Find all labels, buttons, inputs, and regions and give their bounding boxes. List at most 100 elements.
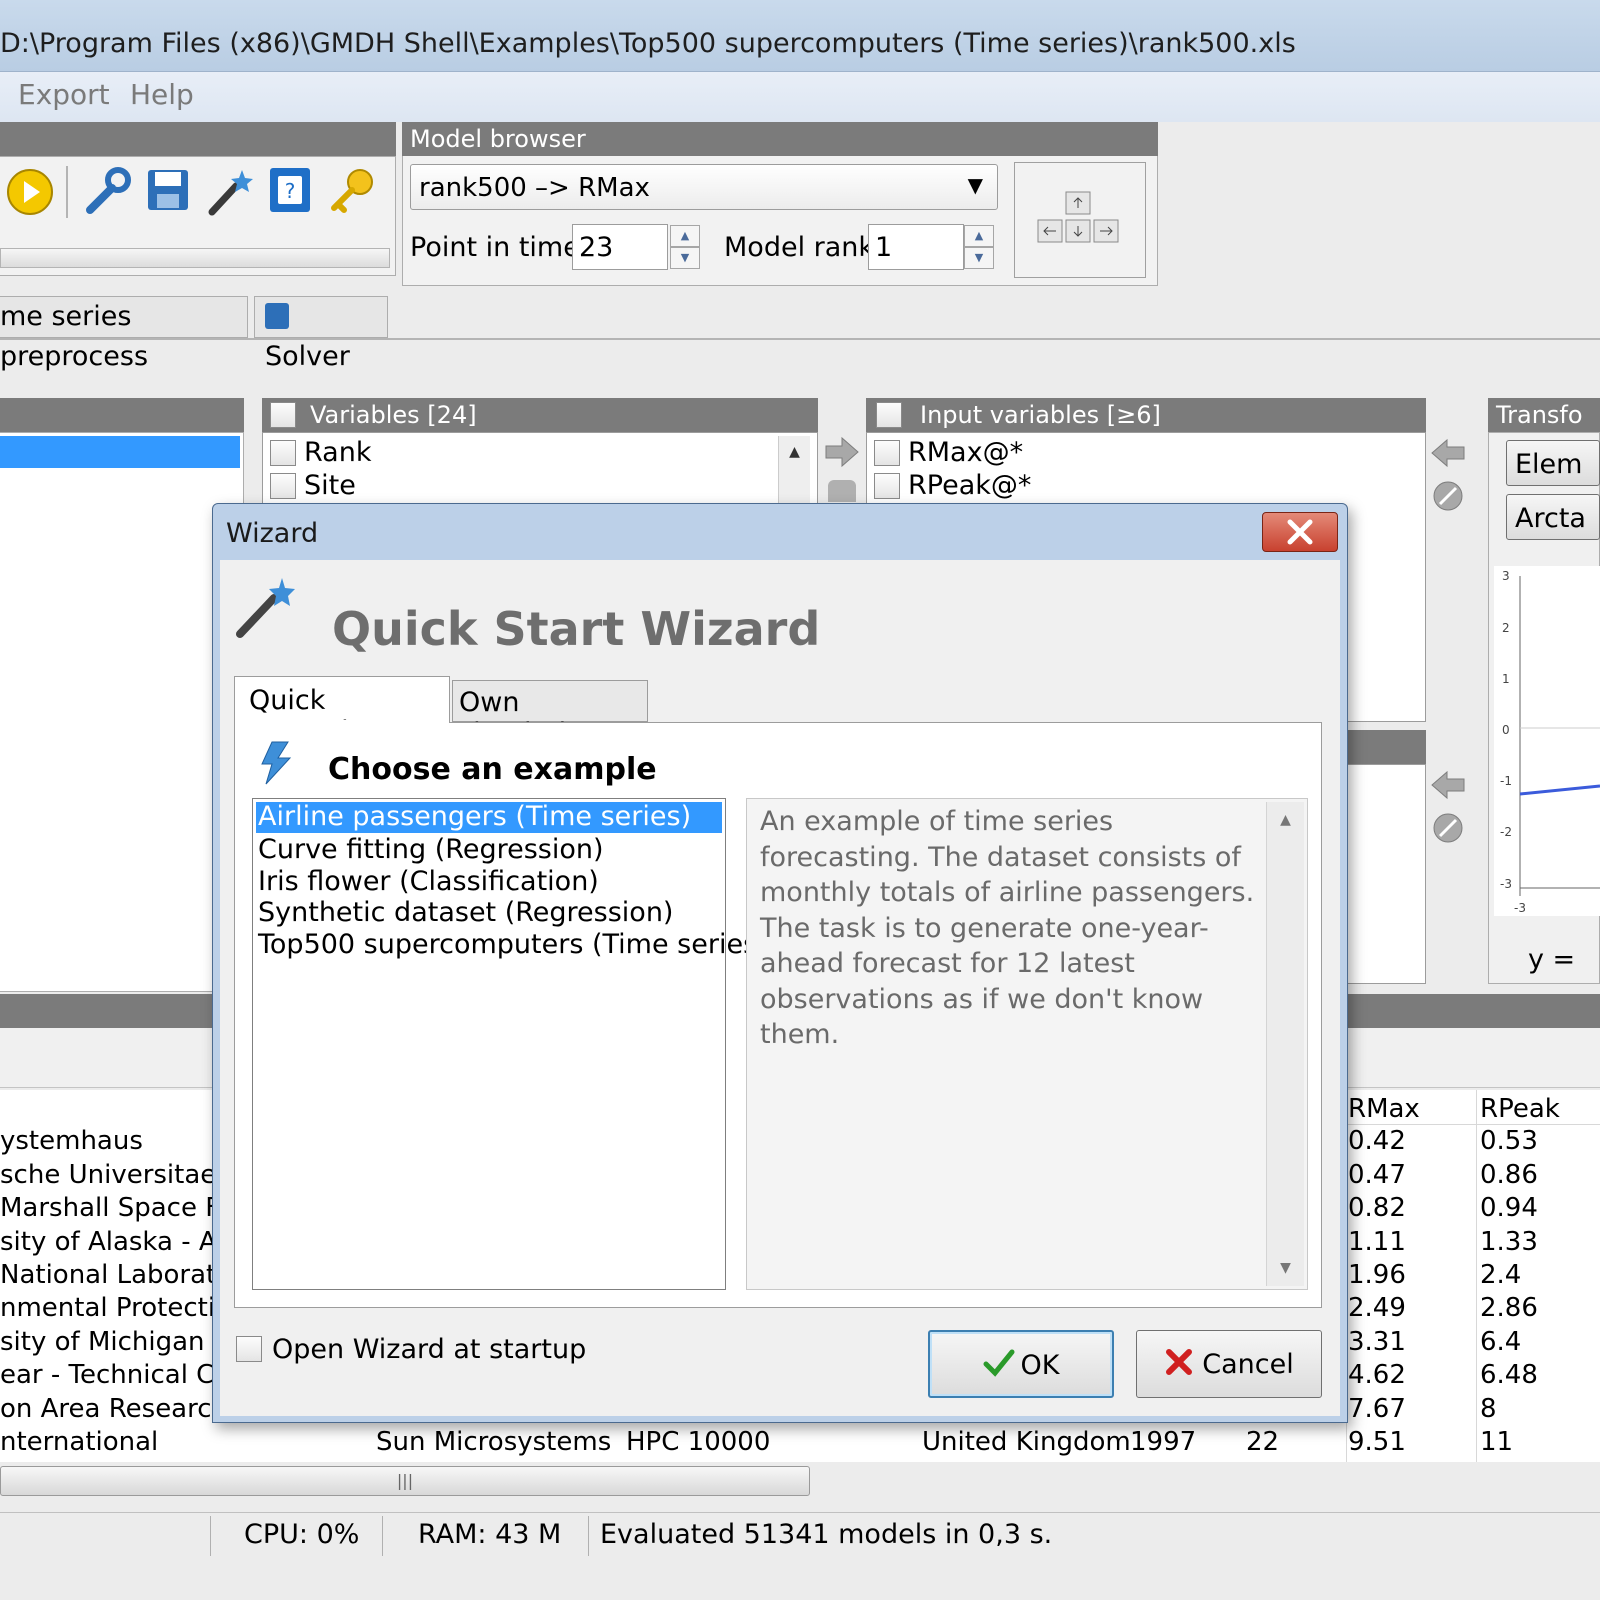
- tab-preprocess[interactable]: me series preprocess: [0, 296, 248, 372]
- transform-header: Transfo: [1488, 398, 1600, 432]
- table-row-site[interactable]: nmental Protection: [0, 1293, 212, 1323]
- status-divider: [588, 1516, 589, 1556]
- transform-elementary-button[interactable]: Elem: [1506, 440, 1600, 486]
- table-row-rpeak[interactable]: 0.53: [1480, 1126, 1538, 1156]
- col-header-rmax[interactable]: RMax: [1348, 1094, 1420, 1124]
- table-row-rpeak[interactable]: 0.94: [1480, 1193, 1538, 1223]
- wizard-close-button[interactable]: [1262, 512, 1338, 552]
- table-row-rmax[interactable]: 9.51: [1348, 1427, 1406, 1457]
- remove-icon[interactable]: [828, 480, 856, 502]
- wrench-icon[interactable]: [82, 166, 132, 216]
- table-row-rmax[interactable]: 0.42: [1348, 1126, 1406, 1156]
- input-checkbox-rmax[interactable]: [874, 440, 900, 466]
- table-row-n[interactable]: 22: [1246, 1427, 1279, 1457]
- input-checkbox-rpeak[interactable]: [874, 473, 900, 499]
- table-row-manufacturer[interactable]: Sun Microsystems: [376, 1427, 611, 1457]
- menu-export[interactable]: Export: [18, 78, 110, 111]
- table-row-rpeak[interactable]: 8: [1480, 1394, 1497, 1424]
- col-header-rpeak[interactable]: RPeak: [1480, 1094, 1560, 1124]
- magic-wand-icon[interactable]: [206, 166, 256, 216]
- svg-text:?: ?: [285, 179, 296, 203]
- variable-site[interactable]: Site: [304, 470, 356, 501]
- table-row-rmax[interactable]: 3.31: [1348, 1327, 1406, 1357]
- table-row-rpeak[interactable]: 2.4: [1480, 1260, 1521, 1290]
- table-row-site[interactable]: sity of Alaska - ARS: [0, 1227, 212, 1257]
- variables-select-all-checkbox[interactable]: [270, 402, 296, 428]
- tab-solver[interactable]: Solver: [254, 296, 388, 372]
- variables-scrollbar[interactable]: ▲: [778, 436, 810, 512]
- table-row-site[interactable]: ear - Technical Ce: [0, 1360, 212, 1390]
- left-panel-selected-row[interactable]: [0, 436, 240, 468]
- table-row-rmax[interactable]: 1.11: [1348, 1227, 1406, 1257]
- table-row-rpeak[interactable]: 0.86: [1480, 1160, 1538, 1190]
- table-row-rpeak[interactable]: 6.48: [1480, 1360, 1538, 1390]
- open-wizard-startup-checkbox[interactable]: [236, 1336, 262, 1362]
- inputs-select-all-checkbox[interactable]: [876, 402, 902, 428]
- transform-arctan-button[interactable]: Arcta: [1506, 494, 1600, 540]
- arrow-left-icon[interactable]: [1430, 770, 1466, 800]
- point-in-time-label: Point in time: [410, 232, 580, 263]
- key-icon[interactable]: [328, 166, 378, 216]
- table-row-site[interactable]: Marshall Space Flig: [0, 1193, 212, 1223]
- model-rank-input[interactable]: 1: [868, 224, 964, 270]
- model-select[interactable]: rank500 –> RMax ▼: [410, 164, 998, 210]
- tab-preprocess-label: me series preprocess: [0, 301, 149, 372]
- help-book-icon[interactable]: ?: [268, 166, 312, 214]
- example-iris-flower[interactable]: Iris flower (Classification): [258, 866, 599, 897]
- table-row-year[interactable]: 1997: [1130, 1427, 1196, 1457]
- table-row-site[interactable]: sche Universitaet D: [0, 1160, 212, 1190]
- table-header-line: [1346, 1124, 1600, 1125]
- table-row-country[interactable]: United Kingdom: [922, 1427, 1131, 1457]
- clear-icon[interactable]: [1432, 480, 1464, 512]
- clear-icon[interactable]: [1432, 812, 1464, 844]
- point-in-time-down[interactable]: ▼: [670, 247, 700, 269]
- tab-quick-examples[interactable]: Quick examples: [234, 676, 450, 747]
- model-rank-down[interactable]: ▼: [964, 247, 994, 269]
- table-row-rmax[interactable]: 1.96: [1348, 1260, 1406, 1290]
- table-row-computer[interactable]: HPC 10000: [626, 1427, 770, 1457]
- save-icon[interactable]: [146, 168, 190, 212]
- table-row-rpeak[interactable]: 6.4: [1480, 1327, 1521, 1357]
- arrow-right-icon[interactable]: [824, 436, 860, 468]
- table-row-rpeak[interactable]: 1.33: [1480, 1227, 1538, 1257]
- description-scrollbar[interactable]: ▲ ▼: [1266, 802, 1304, 1286]
- table-row-rmax[interactable]: 7.67: [1348, 1394, 1406, 1424]
- point-in-time-input[interactable]: 23: [572, 224, 668, 270]
- table-row-rmax[interactable]: 4.62: [1348, 1360, 1406, 1390]
- status-cpu: CPU: 0%: [244, 1519, 360, 1550]
- example-airline-passengers[interactable]: Airline passengers (Time series): [256, 802, 722, 833]
- ok-button[interactable]: OK: [928, 1330, 1114, 1398]
- table-row-rmax[interactable]: 2.49: [1348, 1293, 1406, 1323]
- close-icon: [1287, 519, 1313, 545]
- table-row-site[interactable]: National Laborato: [0, 1260, 212, 1290]
- input-rpeak[interactable]: RPeak@*: [908, 470, 1031, 501]
- run-icon[interactable]: [6, 168, 54, 216]
- table-row-site[interactable]: sity of Michigan: [0, 1327, 212, 1357]
- tab-own-simulation[interactable]: Own simulation: [452, 680, 648, 749]
- table-row-site[interactable]: on Area Research C: [0, 1394, 212, 1424]
- table-row-site[interactable]: ystemhaus: [0, 1126, 212, 1156]
- input-rmax[interactable]: RMax@*: [908, 437, 1023, 468]
- lightning-icon: [261, 741, 292, 785]
- table-row-site[interactable]: nternational: [0, 1427, 370, 1457]
- left-panel: [0, 432, 244, 992]
- point-in-time-up[interactable]: ▲: [670, 225, 700, 247]
- model-rank-up[interactable]: ▲: [964, 225, 994, 247]
- menu-help[interactable]: Help: [130, 78, 194, 111]
- arrow-keys-icon[interactable]: [1034, 188, 1122, 252]
- wizard-heading: Quick Start Wizard: [332, 602, 821, 656]
- example-synthetic-dataset[interactable]: Synthetic dataset (Regression): [258, 897, 673, 928]
- table-row-rmax[interactable]: 0.82: [1348, 1193, 1406, 1223]
- variable-checkbox-rank[interactable]: [270, 440, 296, 466]
- example-curve-fitting[interactable]: Curve fitting (Regression): [258, 834, 604, 865]
- open-wizard-startup-label[interactable]: Open Wizard at startup: [272, 1334, 586, 1365]
- variable-rank[interactable]: Rank: [304, 437, 371, 468]
- arrow-left-icon[interactable]: [1430, 438, 1466, 468]
- variable-checkbox-site[interactable]: [270, 473, 296, 499]
- table-row-rpeak[interactable]: 11: [1480, 1427, 1513, 1457]
- example-top500[interactable]: Top500 supercomputers (Time series): [258, 929, 768, 960]
- table-row-rmax[interactable]: 0.47: [1348, 1160, 1406, 1190]
- table-row-rpeak[interactable]: 2.86: [1480, 1293, 1538, 1323]
- cancel-button[interactable]: Cancel: [1136, 1330, 1322, 1398]
- horizontal-scrollbar-thumb[interactable]: |||: [0, 1466, 810, 1496]
